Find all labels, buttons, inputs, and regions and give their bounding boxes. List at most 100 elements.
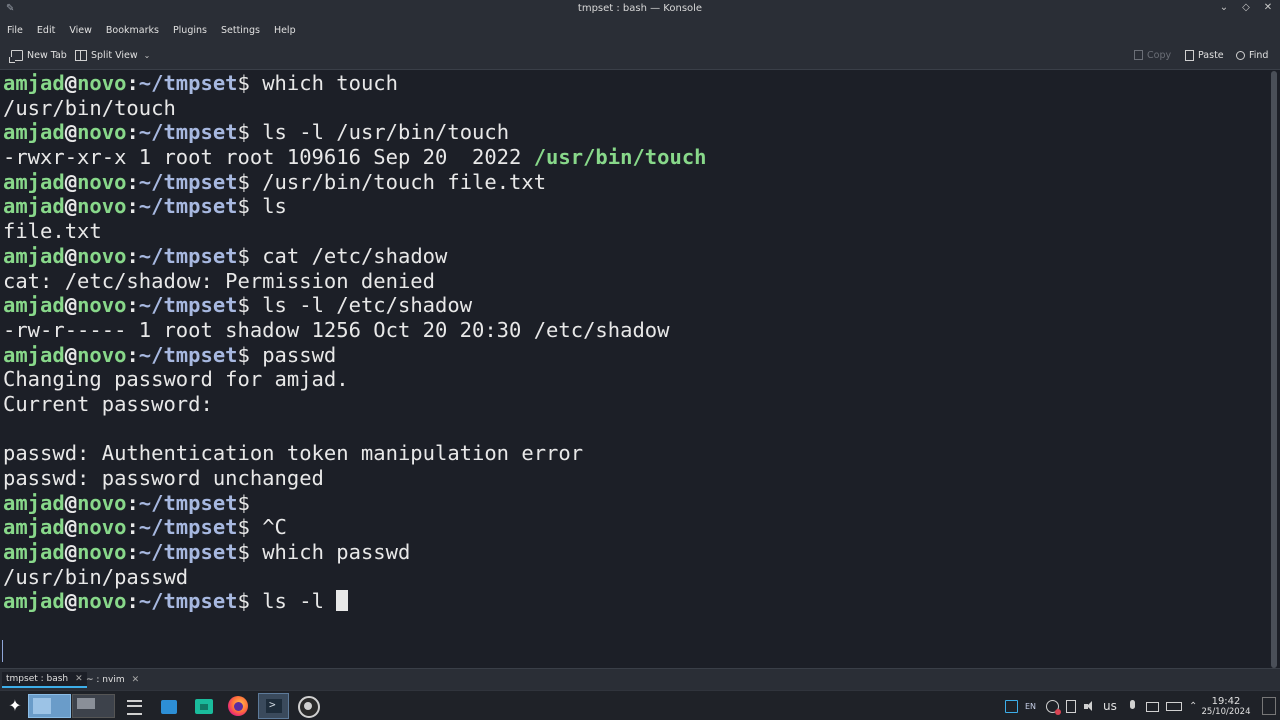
close-tab-icon[interactable]: ✕: [132, 675, 140, 685]
prompt-host: novo: [77, 120, 127, 145]
scrollbar-thumb[interactable]: [1271, 71, 1277, 668]
microphone-icon[interactable]: [1126, 699, 1139, 713]
split-view-icon: [75, 49, 87, 61]
menu-edit[interactable]: Edit: [37, 25, 55, 36]
menu-file[interactable]: File: [7, 25, 23, 36]
taskbar: ✦ EN us ⌃ 19:42 25/10/2024: [0, 690, 1280, 720]
menu-view[interactable]: View: [69, 25, 92, 36]
find-label: Find: [1249, 49, 1269, 61]
new-tab-label: New Tab: [27, 49, 67, 61]
scrollbar[interactable]: [1268, 71, 1280, 668]
maximize-icon[interactable]: ◇: [1240, 2, 1252, 13]
split-view-button[interactable]: Split View ⌄: [75, 48, 150, 62]
prompt-dollar: $: [237, 515, 250, 540]
session-tab-bar: tmpset : bash ✕ ~ : nvim ✕: [0, 668, 1280, 690]
prompt-dollar: $: [237, 540, 250, 565]
tab-tmpset-bash[interactable]: tmpset : bash ✕: [2, 672, 87, 688]
find-button[interactable]: Find: [1236, 48, 1268, 62]
konsole-task-icon[interactable]: [258, 693, 289, 719]
scroll-marker: [2, 640, 3, 662]
copy-button[interactable]: Copy: [1134, 48, 1171, 62]
keyboard-layout-indicator[interactable]: us: [1103, 699, 1119, 713]
battery-icon[interactable]: [1166, 701, 1182, 711]
file-manager-icon[interactable]: [193, 695, 215, 717]
firefox-icon[interactable]: [227, 695, 249, 717]
menu-help[interactable]: Help: [274, 25, 296, 36]
output-line: cat: /etc/shadow: Permission denied: [3, 269, 1268, 294]
prompt-dollar: $: [237, 194, 250, 219]
prompt-at: @: [64, 194, 78, 219]
prompt-colon: :: [126, 490, 139, 515]
display-icon[interactable]: [1146, 701, 1159, 712]
chevron-down-icon: ⌄: [143, 50, 151, 60]
prompt-colon: :: [126, 293, 139, 318]
app-launcher-icon[interactable]: ✦: [4, 695, 26, 717]
software-center-icon[interactable]: [158, 695, 180, 717]
prompt-colon: :: [126, 71, 139, 95]
new-tab-button[interactable]: New Tab: [9, 48, 67, 63]
prompt-host: novo: [77, 589, 127, 614]
prompt-colon: :: [126, 169, 139, 194]
command-line: amjad@novo:~/tmpset$ which passwd: [3, 540, 1268, 565]
close-icon[interactable]: ✕: [1262, 2, 1274, 13]
menu-bookmarks[interactable]: Bookmarks: [106, 25, 159, 36]
command-line: amjad@novo:~/tmpset$ ^C: [3, 515, 1268, 540]
prompt-at: @: [64, 169, 78, 194]
prompt-user: amjad: [3, 120, 65, 145]
prompt-dollar: $: [237, 71, 250, 95]
prompt-dollar: $: [237, 490, 250, 515]
clock[interactable]: 19:42 25/10/2024: [1200, 697, 1252, 718]
prompt-host: novo: [77, 194, 127, 219]
paste-icon: [1185, 49, 1194, 61]
command-line: amjad@novo:~/tmpset$ ls -l: [3, 589, 1268, 614]
volume-icon[interactable]: [1083, 700, 1096, 713]
virtual-desktop-1[interactable]: [28, 694, 71, 718]
command-line: amjad@novo:~/tmpset$ which touch: [3, 71, 1268, 96]
output-text: passwd: Authentication token manipulatio…: [3, 441, 584, 466]
output-text: Current password:: [3, 391, 213, 416]
prompt-host: novo: [77, 515, 127, 540]
command-text: ^C: [249, 515, 287, 540]
search-icon: [1236, 50, 1245, 60]
clipboard-icon[interactable]: [1066, 699, 1076, 713]
prompt-path: ~/tmpset: [138, 342, 238, 367]
command-line: amjad@novo:~/tmpset$ passwd: [3, 343, 1268, 368]
command-text: /usr/bin/touch file.txt: [249, 169, 547, 194]
prompt-path: ~/tmpset: [138, 540, 238, 565]
terminal-view[interactable]: amjad@novo:~/tmpset$ which touch/usr/bin…: [0, 71, 1268, 668]
minimize-icon[interactable]: ⌄: [1218, 2, 1230, 13]
prompt-path: ~/tmpset: [138, 169, 238, 194]
prompt-at: @: [64, 589, 78, 614]
prompt-user: amjad: [3, 490, 65, 515]
virtual-desktop-2[interactable]: [72, 694, 115, 718]
show-desktop-button[interactable]: [1262, 697, 1276, 715]
command-line: amjad@novo:~/tmpset$ ls -l /usr/bin/touc…: [3, 120, 1268, 145]
prompt-user: amjad: [3, 293, 65, 318]
tab-nvim[interactable]: ~ : nvim ✕: [82, 672, 143, 688]
output-line: passwd: Authentication token manipulatio…: [3, 441, 1268, 466]
output-line: file.txt: [3, 219, 1268, 244]
prompt-host: novo: [77, 169, 127, 194]
obs-icon[interactable]: [297, 695, 320, 718]
output-text: cat: /etc/shadow: Permission denied: [3, 268, 435, 293]
output-line: Current password:: [3, 392, 1268, 417]
network-icon[interactable]: [1046, 699, 1061, 715]
command-text: which passwd: [249, 540, 411, 565]
output-line: -rw-r----- 1 root shadow 1256 Oct 20 20:…: [3, 318, 1268, 343]
output-line: passwd: password unchanged: [3, 466, 1268, 491]
prompt-dollar: $: [237, 589, 250, 614]
prompt-path: ~/tmpset: [138, 194, 238, 219]
prompt-at: @: [64, 342, 78, 367]
output-line: /usr/bin/passwd: [3, 565, 1268, 590]
split-view-label: Split View: [91, 49, 138, 61]
command-text: which touch: [249, 71, 398, 95]
menu-settings[interactable]: Settings: [221, 25, 260, 36]
input-method-indicator[interactable]: EN: [1025, 700, 1039, 713]
overview-icon[interactable]: [124, 695, 146, 717]
paste-button[interactable]: Paste: [1185, 48, 1224, 62]
prompt-host: novo: [77, 71, 127, 95]
output-line: Changing password for amjad.: [3, 367, 1268, 392]
notes-icon[interactable]: [1005, 699, 1018, 713]
menu-plugins[interactable]: Plugins: [173, 25, 207, 36]
